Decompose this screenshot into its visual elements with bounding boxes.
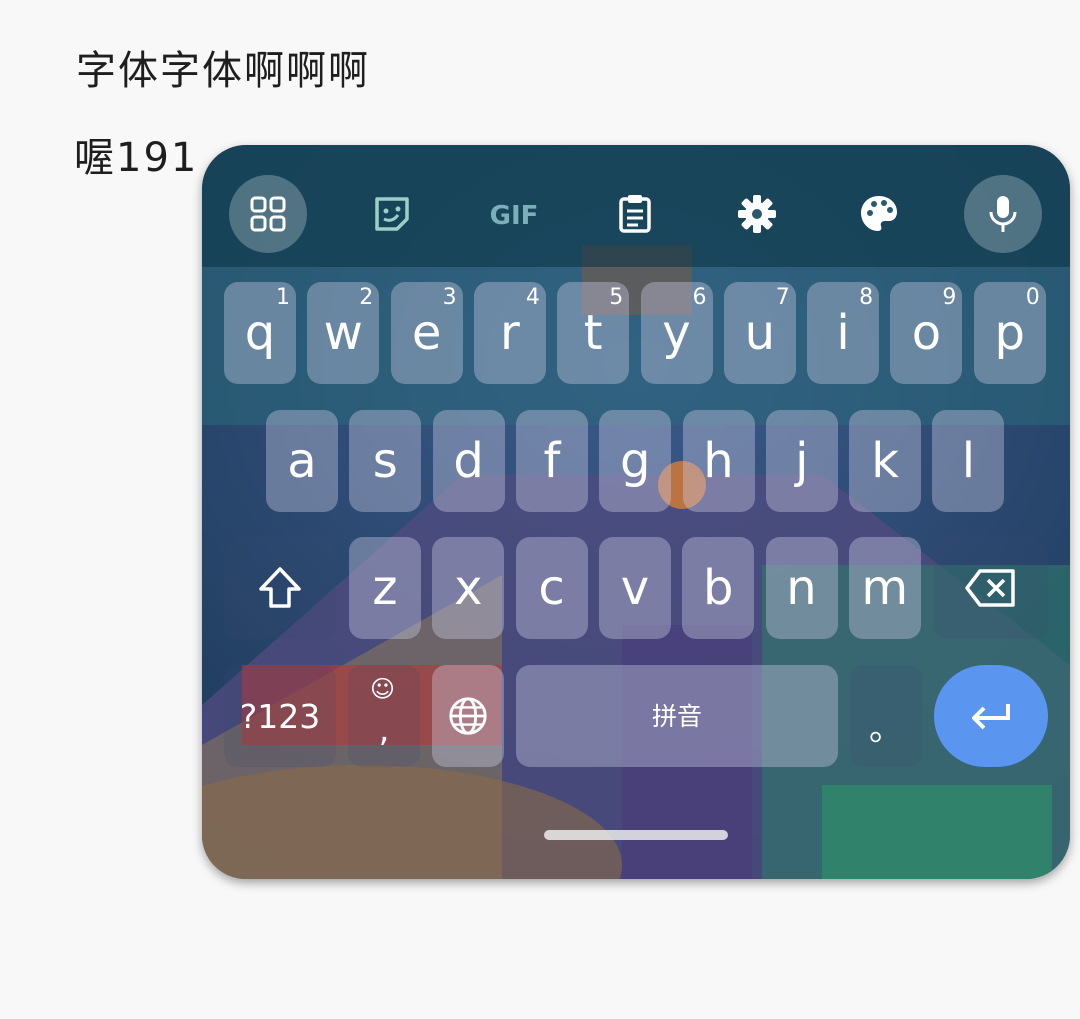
voice-input-button[interactable] xyxy=(964,175,1042,253)
keyboard-drag-handle[interactable] xyxy=(544,830,728,840)
key-k[interactable]: k xyxy=(849,410,922,512)
key-label: i xyxy=(836,305,850,361)
key-label: f xyxy=(543,433,561,489)
gif-icon: GIF xyxy=(490,201,539,231)
key-hint: 5 xyxy=(609,285,624,310)
key-y[interactable]: y6 xyxy=(640,282,713,384)
backspace-icon xyxy=(965,569,1015,607)
period-key[interactable]: 。 xyxy=(850,665,922,767)
key-label: a xyxy=(287,433,317,489)
key-t[interactable]: t5 xyxy=(557,282,630,384)
key-label: d xyxy=(453,433,484,489)
key-label: u xyxy=(744,305,775,361)
space-key-label: 拼音 xyxy=(651,701,702,731)
comma-key-label: , xyxy=(378,710,390,750)
key-label: h xyxy=(703,433,734,489)
key-x[interactable]: x xyxy=(432,537,505,639)
key-label: p xyxy=(994,305,1025,361)
key-e[interactable]: e3 xyxy=(390,282,463,384)
apps-icon xyxy=(250,196,286,232)
keyboard: GIF q 1 w 2 e 3 r 4 t 5 y 6 u 7 i 8 o 9 … xyxy=(202,145,1070,879)
key-label: b xyxy=(702,560,734,616)
sticker-button[interactable] xyxy=(353,175,431,253)
backspace-key[interactable] xyxy=(934,537,1048,639)
key-p[interactable]: p0 xyxy=(973,282,1046,384)
key-label: x xyxy=(454,560,483,616)
key-g[interactable]: g xyxy=(599,410,672,512)
key-r[interactable]: r4 xyxy=(473,282,546,384)
key-label: v xyxy=(620,560,650,616)
key-label: y xyxy=(662,305,691,361)
key-label: t xyxy=(583,305,603,361)
theme-button[interactable] xyxy=(840,175,918,253)
settings-icon xyxy=(738,195,776,233)
key-label: q xyxy=(244,305,276,361)
key-label: z xyxy=(372,560,398,616)
key-hint: 9 xyxy=(942,285,957,310)
shift-icon xyxy=(259,567,301,608)
key-label: e xyxy=(411,305,442,361)
apps-grid-button[interactable] xyxy=(229,175,307,253)
keyboard-toolbar: GIF xyxy=(202,145,1070,267)
key-label: m xyxy=(861,560,909,616)
key-hint: 0 xyxy=(1025,285,1040,310)
key-hint: 8 xyxy=(859,285,874,310)
key-l[interactable]: l xyxy=(932,410,1005,512)
key-i[interactable]: i8 xyxy=(807,282,880,384)
key-a[interactable]: a xyxy=(266,410,338,512)
settings-button[interactable] xyxy=(718,175,796,253)
key-h[interactable]: h xyxy=(682,410,755,512)
key-z[interactable]: z xyxy=(349,537,421,639)
enter-key[interactable] xyxy=(934,665,1048,767)
key-c[interactable]: c xyxy=(515,537,588,639)
key-label: l xyxy=(961,433,976,489)
key-hint: 3 xyxy=(442,285,457,310)
emoji-hint-icon: ☺ xyxy=(370,675,396,703)
key-hint: 6 xyxy=(692,285,707,310)
document-line-2[interactable]: 喔191 xyxy=(74,125,198,183)
key-label: c xyxy=(538,560,565,616)
key-hint: 4 xyxy=(525,285,540,310)
theme-palette-icon xyxy=(861,196,897,231)
clipboard-button[interactable] xyxy=(596,175,674,253)
key-label: n xyxy=(786,560,817,616)
gif-label: GIF xyxy=(490,201,539,231)
gif-button[interactable]: GIF xyxy=(474,175,554,253)
key-u[interactable]: u7 xyxy=(723,282,796,384)
enter-icon xyxy=(972,704,1010,730)
clipboard-icon xyxy=(619,195,651,233)
key-b[interactable]: b xyxy=(682,537,755,639)
key-label: r xyxy=(500,305,520,361)
key-label: g xyxy=(619,433,651,489)
key-hint: 7 xyxy=(775,285,790,310)
language-key[interactable] xyxy=(432,665,504,767)
symbols-key[interactable]: ?123 xyxy=(224,665,336,767)
key-o[interactable]: o9 xyxy=(890,282,963,384)
key-label: s xyxy=(372,433,398,489)
key-label: o xyxy=(911,305,942,361)
sticker-icon xyxy=(375,197,409,231)
globe-icon xyxy=(449,697,487,735)
key-v[interactable]: v xyxy=(598,537,671,639)
key-m[interactable]: m xyxy=(848,537,921,639)
key-f[interactable]: f xyxy=(515,410,588,512)
period-key-label: 。 xyxy=(869,709,903,749)
key-j[interactable]: j xyxy=(765,410,838,512)
microphone-icon xyxy=(989,196,1017,232)
key-hint: 1 xyxy=(276,285,290,310)
space-key[interactable]: 拼音 xyxy=(516,665,838,767)
document-line-1[interactable]: 字体字体啊啊啊 xyxy=(76,38,370,96)
key-q[interactable]: q1 xyxy=(224,282,296,384)
key-label: j xyxy=(795,433,809,489)
key-d[interactable]: d xyxy=(432,410,505,512)
key-w[interactable]: w2 xyxy=(307,282,380,384)
shift-key[interactable] xyxy=(224,537,336,639)
key-s[interactable]: s xyxy=(349,410,422,512)
key-hint: 2 xyxy=(359,285,374,310)
key-label: w xyxy=(323,305,363,361)
symbols-key-label: ?123 xyxy=(239,696,321,736)
key-n[interactable]: n xyxy=(765,537,838,639)
comma-key[interactable]: ☺ , xyxy=(348,665,420,767)
key-label: k xyxy=(871,433,899,489)
